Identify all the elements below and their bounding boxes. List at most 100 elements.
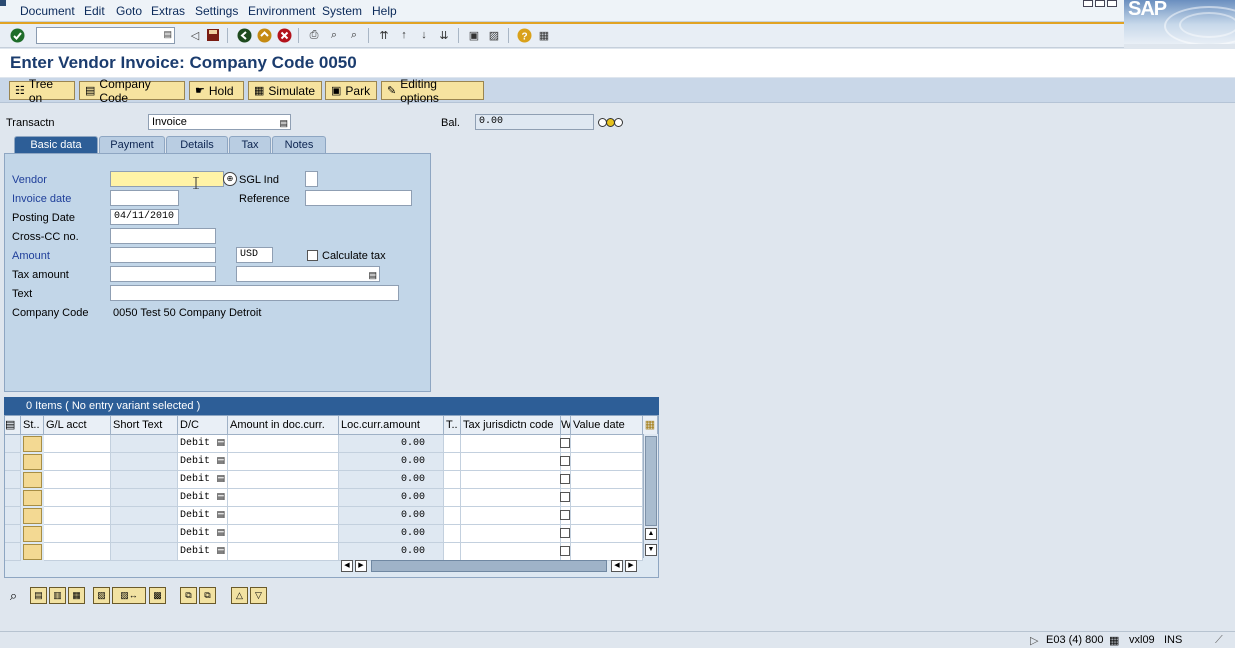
row-selector[interactable] xyxy=(5,489,21,507)
tax-amount-field[interactable] xyxy=(110,266,216,282)
value-date-cell[interactable] xyxy=(571,543,643,561)
help-icon[interactable]: ? xyxy=(516,27,532,43)
select-block-icon[interactable]: ▧ xyxy=(93,587,110,604)
status-info-icon[interactable]: ▦ xyxy=(1109,634,1119,647)
loc-amount-cell[interactable]: 0.00 xyxy=(339,507,444,525)
gl-acct-cell[interactable] xyxy=(44,453,111,471)
editing-options-button[interactable]: ✎ Editing options xyxy=(381,77,484,105)
tab-basic-data[interactable]: Basic data xyxy=(14,136,98,153)
status-cell[interactable] xyxy=(23,436,42,452)
row-selector[interactable] xyxy=(5,525,21,543)
loc-amount-cell[interactable]: 0.00 xyxy=(339,543,444,561)
w-checkbox-cell[interactable] xyxy=(560,525,571,543)
loc-amount-cell[interactable]: 0.00 xyxy=(339,489,444,507)
status-cell[interactable] xyxy=(23,472,42,488)
scroll-page-right-icon[interactable]: ▶ xyxy=(625,560,637,572)
scroll-up-icon[interactable]: ▲ xyxy=(645,528,657,540)
column-header-loc-amount[interactable]: Loc.curr.amount xyxy=(339,416,444,435)
column-header-gl-acct[interactable]: G/L acct xyxy=(44,416,111,435)
w-checkbox-cell[interactable] xyxy=(560,471,571,489)
scroll-thumb[interactable] xyxy=(645,436,657,526)
tax-code-cell[interactable] xyxy=(444,525,461,543)
insert-row-icon[interactable]: ▤ xyxy=(30,587,47,604)
search-help-icon[interactable]: ⊕ xyxy=(223,172,237,186)
w-checkbox[interactable] xyxy=(560,546,570,556)
status-cell[interactable] xyxy=(23,454,42,470)
select-all-icon[interactable]: ▤ xyxy=(5,416,21,435)
dc-cell[interactable]: Debit ▤ xyxy=(178,435,228,453)
tax-code-cell[interactable] xyxy=(444,435,461,453)
tab-payment[interactable]: Payment xyxy=(99,136,165,153)
gl-acct-cell[interactable] xyxy=(44,489,111,507)
status-expand-icon[interactable]: ▷ xyxy=(1030,634,1038,647)
dropdown-icon[interactable]: ▤ xyxy=(216,543,225,560)
tax-jurisdiction-cell[interactable] xyxy=(461,489,561,507)
tax-code-cell[interactable] xyxy=(444,507,461,525)
calculate-tax-checkbox[interactable] xyxy=(307,250,318,261)
back-arrow-small-icon[interactable]: ◁ xyxy=(187,27,203,43)
gl-acct-cell[interactable] xyxy=(44,525,111,543)
dropdown-icon[interactable]: ▤ xyxy=(279,116,288,130)
w-checkbox-cell[interactable] xyxy=(560,489,571,507)
menu-help[interactable]: Help xyxy=(372,4,397,18)
tax-jurisdiction-cell[interactable] xyxy=(461,471,561,489)
value-date-cell[interactable] xyxy=(571,489,643,507)
column-header-value-date[interactable]: Value date xyxy=(571,416,643,435)
short-text-cell[interactable] xyxy=(111,453,178,471)
w-checkbox-cell[interactable] xyxy=(560,543,571,561)
dropdown-icon[interactable]: ▤ xyxy=(163,29,172,40)
amount-doc-cell[interactable] xyxy=(228,525,339,543)
w-checkbox[interactable] xyxy=(560,474,570,484)
scroll-left-icon[interactable]: ◀ xyxy=(341,560,353,572)
dropdown-icon[interactable]: ▤ xyxy=(216,435,225,452)
dc-cell[interactable]: Debit ▤ xyxy=(178,489,228,507)
layout-menu-icon[interactable]: ▦ xyxy=(536,27,552,43)
menu-environment[interactable]: Environment xyxy=(248,4,315,18)
value-date-cell[interactable] xyxy=(571,453,643,471)
find-next-icon[interactable]: ⌕ xyxy=(346,27,362,43)
park-button[interactable]: ▣ Park xyxy=(325,81,377,100)
cross-cc-field[interactable] xyxy=(110,228,216,244)
select-all-rows-icon[interactable]: ▨↔ xyxy=(112,587,146,604)
w-checkbox[interactable] xyxy=(560,492,570,502)
amount-field[interactable] xyxy=(110,247,216,263)
tab-details[interactable]: Details xyxy=(166,136,228,153)
short-text-cell[interactable] xyxy=(111,435,178,453)
row-selector[interactable] xyxy=(5,453,21,471)
gl-acct-cell[interactable] xyxy=(44,435,111,453)
amount-doc-cell[interactable] xyxy=(228,453,339,471)
sgl-ind-field[interactable] xyxy=(305,171,318,187)
loc-amount-cell[interactable]: 0.00 xyxy=(339,435,444,453)
copy-row-icon[interactable]: ▦ xyxy=(68,587,85,604)
posting-date-field[interactable]: 04/11/2010 xyxy=(110,209,179,225)
status-cell[interactable] xyxy=(23,490,42,506)
menu-edit[interactable]: Edit xyxy=(84,4,105,18)
reference-field[interactable] xyxy=(305,190,412,206)
column-header-short-text[interactable]: Short Text xyxy=(111,416,178,435)
tax-jurisdiction-cell[interactable] xyxy=(461,507,561,525)
back-icon[interactable] xyxy=(236,27,252,43)
deselect-icon[interactable]: ▩ xyxy=(149,587,166,604)
row-selector[interactable] xyxy=(5,435,21,453)
dropdown-icon[interactable]: ▤ xyxy=(216,453,225,470)
currency-field[interactable]: USD xyxy=(236,247,273,263)
previous-page-icon[interactable]: ↑ xyxy=(396,27,412,43)
invoice-date-field[interactable] xyxy=(110,190,179,206)
tax-code-cell[interactable] xyxy=(444,471,461,489)
short-text-cell[interactable] xyxy=(111,543,178,561)
exit-icon[interactable] xyxy=(256,27,272,43)
column-header-tax[interactable]: T.. xyxy=(444,416,461,435)
dc-cell[interactable]: Debit ▤ xyxy=(178,471,228,489)
minimize-icon[interactable] xyxy=(1083,0,1093,7)
column-header-status[interactable]: St.. xyxy=(21,416,44,435)
w-checkbox-cell[interactable] xyxy=(560,507,571,525)
dropdown-icon[interactable]: ▤ xyxy=(216,507,225,524)
menu-system[interactable]: System xyxy=(322,4,362,18)
command-field[interactable]: ▤ xyxy=(36,27,175,44)
table-settings-icon[interactable]: ▦ xyxy=(643,416,658,435)
next-page-icon[interactable]: ↓ xyxy=(416,27,432,43)
filter-icon[interactable]: ▽ xyxy=(250,587,267,604)
cancel-icon[interactable] xyxy=(276,27,292,43)
amount-doc-cell[interactable] xyxy=(228,435,339,453)
status-cell[interactable] xyxy=(23,544,42,560)
